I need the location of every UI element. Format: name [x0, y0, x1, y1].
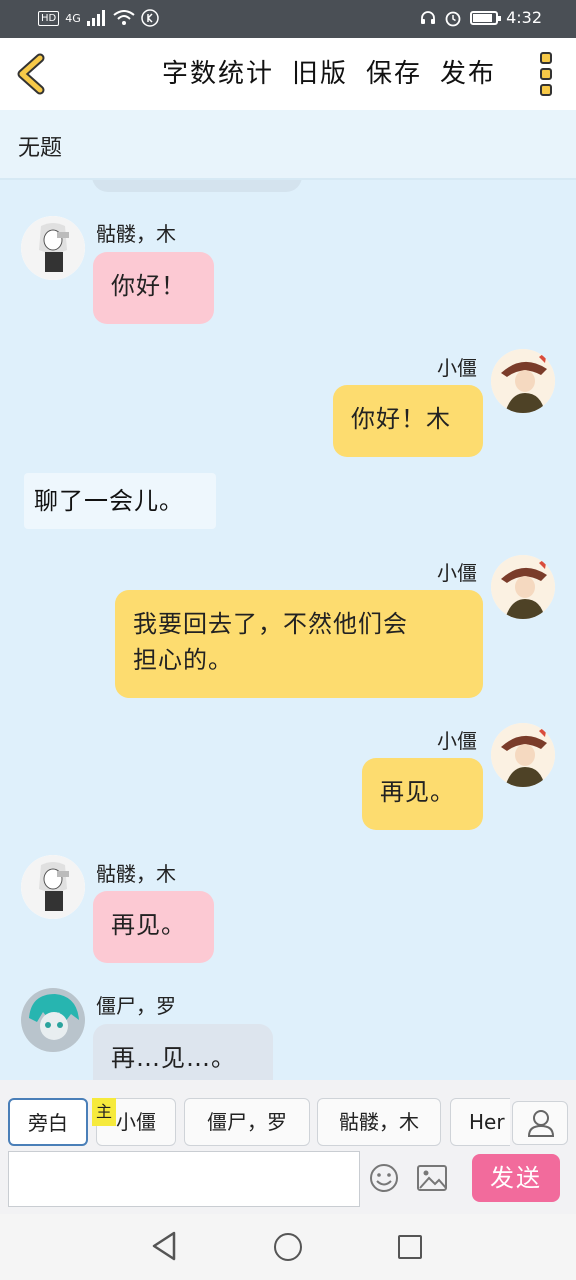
chip-zombie-luo[interactable]: 僵尸，罗: [184, 1098, 310, 1146]
manage-characters-button[interactable]: [512, 1101, 568, 1145]
word-count-button[interactable]: 字数统计: [162, 56, 274, 92]
chat-area[interactable]: 骷髅，木 你好！ 小僵 你好！木 聊了一会儿。 小僵 我要回去了，不然他们会 担…: [0, 180, 576, 1080]
toolbar-actions: 字数统计 旧版 保存 发布: [162, 56, 496, 92]
old-version-button[interactable]: 旧版: [292, 56, 348, 92]
zombie-avatar-icon[interactable]: [21, 988, 85, 1052]
message-input[interactable]: [8, 1151, 360, 1207]
alarm-icon: [445, 11, 461, 26]
network-label: 4G: [65, 11, 81, 25]
speaker-name: 骷髅，木: [96, 862, 176, 886]
insert-image-button[interactable]: [416, 1164, 448, 1192]
more-dot-icon: [540, 84, 552, 96]
status-right: 4:32: [420, 8, 542, 27]
xiaojiang-avatar-icon[interactable]: [491, 723, 555, 787]
message-bubble[interactable]: 你好！木: [333, 385, 483, 457]
top-bar: 字数统计 旧版 保存 发布: [0, 38, 576, 110]
character-selector: 旁白 小僵 僵尸，罗 骷髅，木 Her: [0, 1098, 510, 1150]
person-icon: [527, 1110, 555, 1137]
message-bubble[interactable]: 再见。: [93, 891, 214, 963]
main-character-tag: 主: [92, 1098, 116, 1126]
nav-back-icon[interactable]: [150, 1230, 180, 1262]
story-title: 无题: [18, 136, 63, 161]
smiley-icon: [370, 1164, 398, 1192]
nav-recent-apps-icon[interactable]: [398, 1235, 422, 1259]
battery-icon: [470, 10, 502, 25]
message-bubble[interactable]: 再见。: [362, 758, 483, 830]
previous-message-bubble[interactable]: [92, 180, 302, 192]
speaker-name: 骷髅，木: [96, 222, 176, 246]
more-menu-button[interactable]: [536, 52, 556, 96]
story-title-row[interactable]: 无题: [0, 110, 576, 180]
speaker-name: 僵尸，罗: [96, 994, 176, 1018]
xiaojiang-avatar-icon[interactable]: [491, 349, 555, 413]
clock: 4:32: [506, 8, 542, 27]
k-app-icon: [141, 9, 159, 27]
nav-home-icon[interactable]: [274, 1233, 302, 1261]
message-bubble[interactable]: 你好！: [93, 252, 214, 324]
speaker-name: 小僵: [437, 729, 477, 753]
speaker-name: 小僵: [437, 356, 477, 380]
chevron-left-icon: [17, 53, 45, 95]
signal-icon: [86, 10, 105, 26]
save-button[interactable]: 保存: [366, 56, 422, 92]
back-button[interactable]: [12, 52, 52, 96]
hd-icon: HD: [38, 10, 60, 26]
publish-button[interactable]: 发布: [440, 56, 496, 92]
message-bubble[interactable]: 再…见…。: [93, 1024, 273, 1080]
more-dot-icon: [540, 68, 552, 80]
image-icon: [417, 1165, 447, 1191]
chip-skeleton-mu[interactable]: 骷髅，木: [317, 1098, 441, 1146]
send-button[interactable]: 发送: [472, 1154, 560, 1202]
wifi-icon: [113, 10, 135, 25]
status-left: HD 4G: [38, 9, 159, 27]
message-bubble[interactable]: 我要回去了，不然他们会 担心的。: [115, 590, 483, 698]
narration-text[interactable]: 聊了一会儿。: [24, 473, 216, 529]
skeleton-avatar-icon[interactable]: [21, 216, 85, 280]
emoji-button[interactable]: [368, 1162, 400, 1194]
chip-narrator[interactable]: 旁白: [8, 1098, 88, 1146]
status-bar: HD 4G 4:32: [0, 0, 576, 38]
more-dot-icon: [540, 52, 552, 64]
chip-her[interactable]: Her: [450, 1098, 510, 1146]
speaker-name: 小僵: [437, 561, 477, 585]
xiaojiang-avatar-icon[interactable]: [491, 555, 555, 619]
headset-icon: [421, 10, 436, 24]
skeleton-avatar-icon[interactable]: [21, 855, 85, 919]
system-nav-bar: [0, 1214, 576, 1280]
